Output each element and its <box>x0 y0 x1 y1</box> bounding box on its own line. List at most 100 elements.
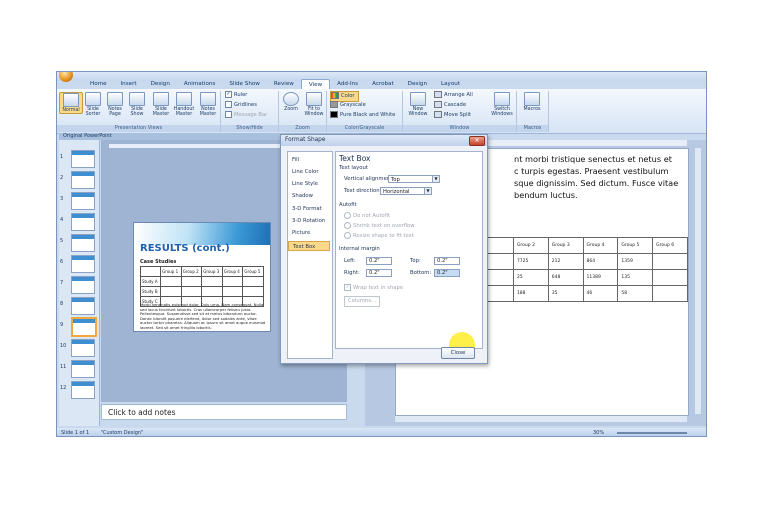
vertical-alignment-dropdown[interactable]: Top ▼ <box>388 175 440 183</box>
magnifier-icon <box>283 92 299 106</box>
vertical-scrollbar[interactable] <box>695 148 701 414</box>
handout-master-label: Handout Master <box>173 107 195 117</box>
message-bar-checkbox[interactable]: Message Bar <box>225 111 267 120</box>
zoom-button[interactable]: Zoom <box>280 92 302 112</box>
document-text[interactable]: nt morbi tristique senectus et netus et … <box>514 153 678 201</box>
document-line: bendum luctus. <box>514 190 578 200</box>
slide-thumbnail[interactable] <box>71 150 95 168</box>
current-slide[interactable]: RESULTS (cont.) Case Studies Group 1 Grou… <box>133 222 271 332</box>
handout-master-icon <box>176 92 192 106</box>
document-table[interactable]: Group 2 Group 3 Group 4 Group 5 Group 6 7725… <box>480 237 688 302</box>
arrange-all-button[interactable]: Arrange All <box>434 91 473 100</box>
category-fill[interactable]: Fill <box>288 155 330 165</box>
slide-thumbnail[interactable] <box>71 234 95 252</box>
slide-body-text[interactable]: Morbi venenatis euismod dolor. Duis urna… <box>140 302 266 331</box>
handout-master-button[interactable]: Handout Master <box>173 92 195 117</box>
category-text-box[interactable]: Text Box <box>288 241 330 251</box>
slide-sorter-button[interactable]: Slide Sorter <box>82 92 104 117</box>
table-cell: 7725 <box>512 253 549 270</box>
slide-table[interactable]: Group 1 Group 2 Group 3 Group 4 Group 5 Stud… <box>139 266 264 307</box>
slide-show-button[interactable]: Slide Show <box>126 92 148 117</box>
slide-thumbnail[interactable] <box>71 171 95 189</box>
table-cell: 1359 <box>617 253 654 270</box>
slide-thumbnail[interactable] <box>71 213 95 231</box>
checkbox-checked-icon: ✓ <box>344 284 351 291</box>
zoom-slider[interactable] <box>617 432 687 434</box>
thumbnail-number: 11 <box>60 364 67 370</box>
wrap-text-checkbox[interactable]: ✓ Wrap text in shape <box>344 284 403 291</box>
macros-icon <box>524 92 540 106</box>
columns-button[interactable]: Columns... <box>344 296 380 307</box>
table-header: Group 4 <box>221 266 244 277</box>
category-line-style[interactable]: Line Style <box>288 179 330 189</box>
macros-button[interactable]: Macros <box>521 92 543 112</box>
category-picture[interactable]: Picture <box>288 228 330 238</box>
category-shadow[interactable]: Shadow <box>288 191 330 201</box>
slide-thumbnail[interactable] <box>71 192 95 210</box>
table-header: Group 6 <box>652 237 688 254</box>
notes-pane[interactable]: Click to add notes <box>101 404 347 420</box>
move-split-label: Move Split <box>444 112 472 118</box>
notes-master-button[interactable]: Notes Master <box>197 92 219 117</box>
slide-thumbnail-selected[interactable] <box>71 317 97 337</box>
close-icon[interactable]: ✕ <box>469 136 485 146</box>
checkbox-icon <box>225 111 232 118</box>
horizontal-scrollbar[interactable] <box>395 416 687 422</box>
thumbnail-number: 7 <box>60 280 64 286</box>
new-window-label: New Window <box>408 107 428 117</box>
category-3d-rotation[interactable]: 3-D Rotation <box>288 216 330 226</box>
cascade-button[interactable]: Cascade <box>434 101 466 110</box>
slide-master-button[interactable]: Slide Master <box>150 92 172 117</box>
normal-view-button[interactable]: Normal <box>59 92 83 114</box>
right-margin-input[interactable]: 0.2" <box>366 269 392 277</box>
status-bar: Slide 1 of 1 "Custom Design" 30% <box>57 428 706 436</box>
slide-thumbnail[interactable] <box>71 339 95 357</box>
table-header: Group 4 <box>582 237 619 254</box>
document-line: c turpis egestas. Praesent vestibulum <box>514 166 669 176</box>
grayscale-button[interactable]: Grayscale <box>330 101 366 110</box>
text-layout-heading: Text layout <box>339 165 368 171</box>
slide-subtitle[interactable]: Case Studies <box>140 259 176 265</box>
category-line-color[interactable]: Line Color <box>288 167 330 177</box>
ruler-checkbox[interactable]: ✓ Ruler <box>225 91 247 100</box>
top-margin-input[interactable]: 0.2" <box>434 257 460 265</box>
shrink-text-radio[interactable]: Shrink text on overflow <box>344 222 415 229</box>
pure-black-white-button[interactable]: Pure Black and White <box>330 111 395 120</box>
switch-windows-button[interactable]: Switch Windows <box>489 92 515 117</box>
fit-to-window-label: Fit to Window <box>304 107 324 117</box>
close-button[interactable]: Close <box>441 347 475 359</box>
table-cell: 11389 <box>582 269 619 286</box>
new-window-button[interactable]: New Window <box>406 92 430 117</box>
move-split-button[interactable]: Move Split <box>434 111 471 120</box>
left-margin-input[interactable]: 0.2" <box>366 257 392 265</box>
slide-title[interactable]: RESULTS (cont.) <box>140 243 230 254</box>
new-window-icon <box>410 92 426 106</box>
pure-black-white-label: Pure Black and White <box>340 112 396 118</box>
slide-thumbnails-pane[interactable]: 1 2 3 4 5 6 7 8 9 10 11 12 <box>59 140 100 426</box>
do-not-autofit-radio[interactable]: Do not Autofit <box>344 212 390 219</box>
slide-thumbnail[interactable] <box>71 255 95 273</box>
text-direction-dropdown[interactable]: Horizontal ▼ <box>380 187 432 195</box>
group-label: Window <box>403 125 516 132</box>
table-header <box>139 266 162 277</box>
table-cell: 135 <box>617 269 654 286</box>
notes-page-button[interactable]: Notes Page <box>104 92 126 117</box>
slide-thumbnail[interactable] <box>71 381 95 399</box>
right-margin-label: Right: <box>344 270 360 276</box>
fit-to-window-button[interactable]: Fit to Window <box>303 92 325 117</box>
table-row-label: Study B <box>139 286 162 297</box>
thumbnail-number: 4 <box>60 217 64 223</box>
radio-label: Do not Autofit <box>353 213 391 219</box>
bottom-margin-input[interactable]: 0.2" <box>434 269 460 277</box>
slide-thumbnail[interactable] <box>71 276 95 294</box>
category-3d-format[interactable]: 3-D Format <box>288 204 330 214</box>
vertical-alignment-value: Top <box>391 177 400 183</box>
gridlines-checkbox[interactable]: Gridlines <box>225 101 257 110</box>
slide-thumbnail[interactable] <box>71 360 95 378</box>
arrange-all-icon <box>434 91 442 98</box>
resize-shape-radio[interactable]: Resize shape to fit text <box>344 232 414 239</box>
zoom-level[interactable]: 30% <box>593 428 604 436</box>
slide-thumbnail[interactable] <box>71 297 95 315</box>
left-margin-label: Left: <box>344 258 356 264</box>
cascade-label: Cascade <box>444 102 467 108</box>
